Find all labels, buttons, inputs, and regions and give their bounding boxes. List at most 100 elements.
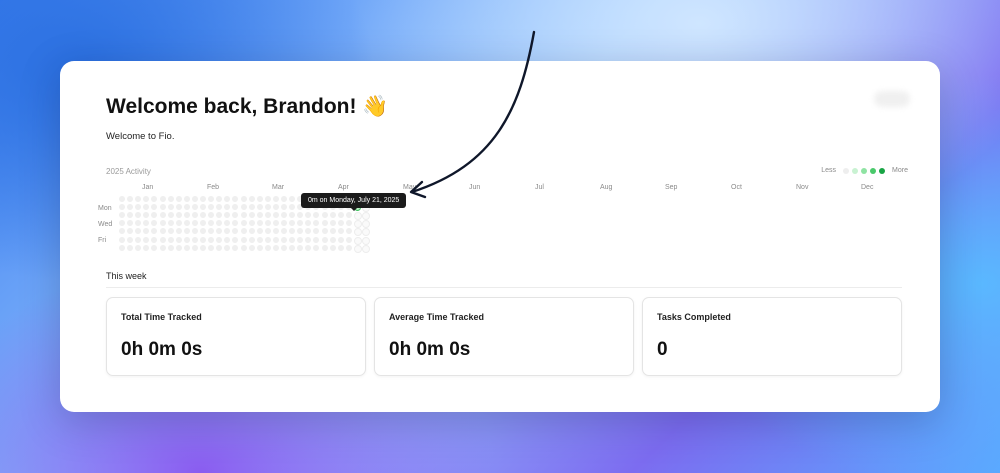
heatmap-cell[interactable] [289,220,296,227]
heatmap-cell[interactable] [151,244,158,251]
heatmap-cell[interactable] [159,228,166,235]
heatmap-cell[interactable] [240,244,247,251]
heatmap-cell[interactable] [362,228,370,237]
heatmap-cell[interactable] [329,212,336,219]
heatmap-cell[interactable] [127,204,134,211]
heatmap-cell[interactable] [183,196,190,202]
heatmap-cell[interactable] [345,212,352,219]
heatmap-cell[interactable] [289,196,296,202]
heatmap-cell[interactable] [321,228,328,235]
heatmap-cell[interactable] [200,220,206,227]
heatmap-cell[interactable] [143,236,150,243]
heatmap-cell[interactable] [329,244,336,251]
heatmap-cell[interactable] [248,228,255,235]
heatmap-cell[interactable] [191,212,198,219]
heatmap-cell[interactable] [216,212,223,219]
heatmap-cell[interactable] [191,228,198,235]
heatmap-cell[interactable] [321,244,328,251]
heatmap-cell[interactable] [264,228,271,235]
heatmap-cell[interactable] [289,228,296,235]
heatmap-cell[interactable] [232,220,239,227]
heatmap-cell[interactable] [183,220,190,227]
heatmap-cell[interactable] [313,212,320,219]
heatmap-cell[interactable] [272,204,279,211]
heatmap-cell[interactable] [256,236,263,243]
heatmap-cell[interactable] [224,220,231,227]
heatmap-cell[interactable] [151,236,158,243]
heatmap-cell[interactable] [305,244,312,251]
heatmap-cell[interactable] [256,212,263,219]
heatmap-cell[interactable] [264,220,271,227]
heatmap-cell[interactable] [175,244,182,251]
heatmap-cell[interactable] [297,212,304,219]
heatmap-cell[interactable] [208,228,215,235]
heatmap-cell[interactable] [264,212,271,219]
heatmap-cell[interactable] [337,212,344,219]
heatmap-cell[interactable] [362,212,370,221]
heatmap-cell[interactable] [232,204,239,211]
heatmap-cell[interactable] [135,220,142,227]
heatmap-cell[interactable] [175,228,182,235]
heatmap-cell[interactable] [305,228,312,235]
heatmap-cell[interactable] [135,212,142,219]
heatmap-cell[interactable] [143,204,150,211]
heatmap-cell[interactable] [321,236,328,243]
heatmap-cell[interactable] [183,204,190,211]
heatmap-cell[interactable] [353,212,362,221]
heatmap-cell[interactable] [224,196,231,202]
heatmap-cell[interactable] [159,204,166,211]
heatmap-cell[interactable] [216,228,223,235]
heatmap-cell[interactable] [248,196,255,202]
heatmap-cell[interactable] [232,228,239,235]
heatmap-cell[interactable] [353,244,362,253]
heatmap-cell[interactable] [216,196,223,202]
heatmap-cell[interactable] [191,196,198,202]
heatmap-cell[interactable] [216,244,223,251]
heatmap-cell[interactable] [151,212,158,219]
heatmap-cell[interactable] [135,228,142,235]
heatmap-cell[interactable] [305,220,312,227]
heatmap-cell[interactable] [175,236,182,243]
heatmap-cell[interactable] [248,244,255,251]
heatmap-cell[interactable] [240,228,247,235]
heatmap-cell[interactable] [200,228,206,235]
heatmap-cell[interactable] [240,236,247,243]
heatmap-cell[interactable] [345,228,352,235]
heatmap-cell[interactable] [224,244,231,251]
heatmap-cell[interactable] [329,228,336,235]
heatmap-cell[interactable] [313,228,320,235]
heatmap-cell[interactable] [167,244,174,251]
heatmap-cell[interactable] [167,196,174,202]
heatmap-cell[interactable] [143,212,150,219]
heatmap-cell[interactable] [272,244,279,251]
heatmap-cell[interactable] [200,244,206,251]
heatmap-cell[interactable] [224,212,231,219]
heatmap-cell[interactable] [362,244,370,253]
heatmap-cell[interactable] [337,228,344,235]
heatmap-cell[interactable] [256,196,263,202]
heatmap-cell[interactable] [183,244,190,251]
heatmap-cell[interactable] [167,236,174,243]
heatmap-cell[interactable] [224,236,231,243]
heatmap-cell[interactable] [289,212,296,219]
heatmap-cell[interactable] [281,228,287,235]
heatmap-cell[interactable] [167,228,174,235]
heatmap-cell[interactable] [143,196,150,202]
heatmap-cell[interactable] [264,196,271,202]
heatmap-cell[interactable] [175,204,182,211]
heatmap-cell[interactable] [248,220,255,227]
heatmap-cell[interactable] [256,204,263,211]
heatmap-cell[interactable] [127,196,134,202]
heatmap-cell[interactable] [191,244,198,251]
heatmap-cell[interactable] [256,228,263,235]
heatmap-cell[interactable] [151,220,158,227]
heatmap-cell[interactable] [208,196,215,202]
heatmap-cell[interactable] [353,236,362,245]
heatmap-cell[interactable] [289,236,296,243]
heatmap-cell[interactable] [345,244,352,251]
heatmap-cell[interactable] [200,196,206,202]
heatmap-cell[interactable] [159,212,166,219]
heatmap-cell[interactable] [240,196,247,202]
heatmap-cell[interactable] [167,204,174,211]
heatmap-cell[interactable] [159,196,166,202]
